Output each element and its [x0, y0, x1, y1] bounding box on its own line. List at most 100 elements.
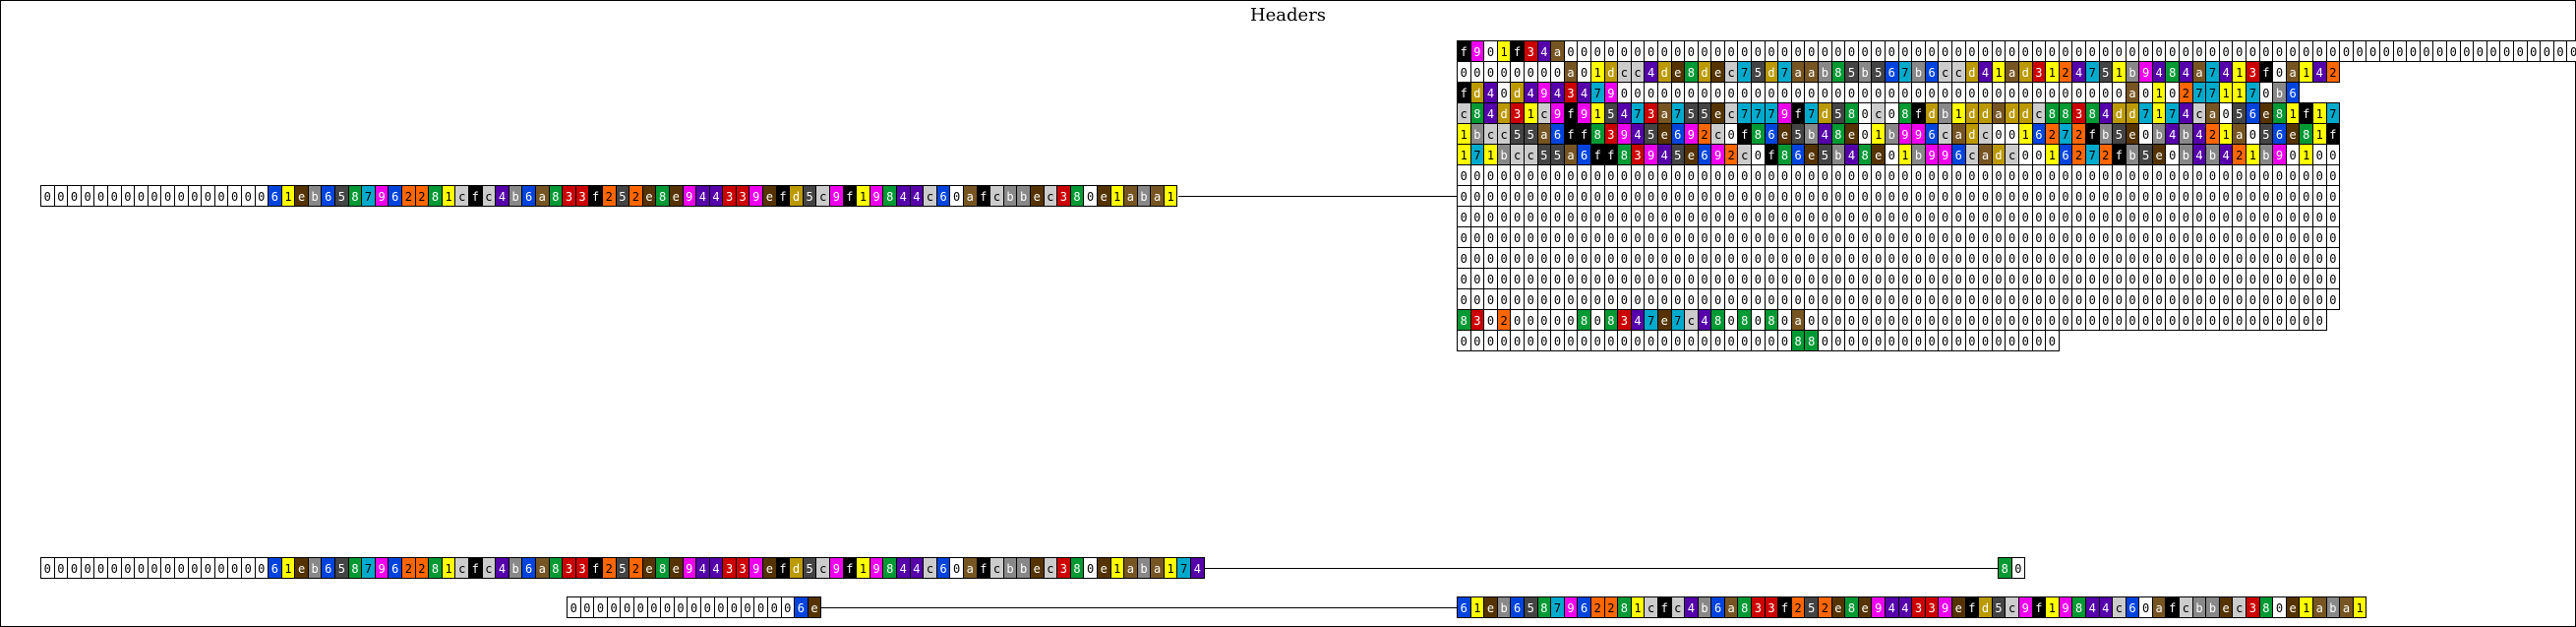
hex-nibble: a: [1724, 596, 1739, 618]
hex-nibble: d: [2005, 102, 2019, 124]
hex-nibble: 0: [1992, 330, 2007, 351]
hex-nibble: 9: [1938, 596, 1952, 618]
hex-nibble: 0: [1938, 164, 1952, 186]
hex-nibble: 0: [1844, 247, 1859, 269]
hex-nibble: e: [1030, 185, 1045, 207]
hex-nibble: 0: [2312, 288, 2327, 310]
hex-nibble: 5: [1604, 102, 1619, 124]
hex-nibble: 8: [1537, 596, 1552, 618]
hex-nibble: 0: [1818, 330, 1832, 351]
hex-nibble: 0: [1457, 185, 1471, 207]
hex-nibble: 0: [1510, 309, 1525, 331]
hex-nibble: 5: [1698, 102, 1712, 124]
hex-nibble: 0: [1564, 164, 1579, 186]
hex-nibble: 0: [1457, 268, 1471, 289]
hex-nibble: 0: [2032, 206, 2047, 227]
hex-nibble: 0: [54, 185, 69, 207]
grid-row: 0000000000000000000000000000000000000000…: [1457, 185, 2340, 207]
hex-nibble: f: [1457, 82, 1471, 103]
hex-nibble: 0: [1497, 288, 1512, 310]
hex-nibble: 0: [2059, 288, 2073, 310]
hex-nibble: 5: [1831, 102, 1846, 124]
hex-nibble: 0: [1911, 330, 1926, 351]
hex-nibble: 8: [1617, 144, 1632, 165]
hex-nibble: 0: [2018, 185, 2033, 207]
hex-nibble: 0: [1925, 330, 1940, 351]
hex-nibble: e: [1671, 61, 1686, 83]
hex-nibble: 5: [1510, 123, 1525, 145]
hex-nibble: 7: [1737, 102, 1752, 124]
hex-nibble: e: [294, 557, 309, 579]
hex-nibble: 0: [1844, 226, 1859, 248]
hex-nibble: 0: [2259, 226, 2274, 248]
hex-nibble: c: [1483, 123, 1498, 145]
hex-nibble: 0: [1577, 40, 1591, 62]
hex-nibble: f: [1604, 144, 1619, 165]
hex-nibble: 0: [1951, 226, 1966, 248]
hex-nibble: 8: [549, 557, 564, 579]
hex-nibble: 0: [1510, 206, 1525, 227]
hex-nibble: 9: [1470, 40, 1485, 62]
hex-nibble: c: [1044, 557, 1058, 579]
hex-nibble: 1: [2246, 144, 2260, 165]
hex-nibble: 6: [1698, 144, 1712, 165]
hex-nibble: 1: [2152, 102, 2167, 124]
hex-nibble: 5: [1550, 144, 1565, 165]
hex-nibble: 0: [1483, 309, 1498, 331]
hex-nibble: 0: [2018, 40, 2033, 62]
hex-nibble: f: [977, 185, 991, 207]
hex-nibble: 0: [1671, 268, 1686, 289]
hex-nibble: 4: [2152, 61, 2167, 83]
hex-nibble: 0: [1818, 226, 1832, 248]
hex-nibble: c: [2232, 596, 2247, 618]
hex-nibble: 0: [2005, 206, 2019, 227]
hex-nibble: 0: [2205, 40, 2220, 62]
hex-nibble: 0: [2126, 164, 2140, 186]
hex-nibble: 0: [1510, 330, 1525, 351]
hex-nibble: 6: [268, 185, 282, 207]
hex-nibble: 4: [1818, 123, 1832, 145]
hex-nibble: 6: [521, 185, 536, 207]
hex-nibble: 0: [2286, 144, 2301, 165]
hex-nibble: 8: [1470, 102, 1485, 124]
hex-nibble: 0: [1577, 164, 1591, 186]
hex-nibble: c: [923, 185, 937, 207]
left-hex-row-1: 0000000000000000061eb6587962281cfc4b6a83…: [40, 185, 1177, 207]
hex-nibble: 0: [188, 185, 203, 207]
hex-nibble: 0: [1698, 164, 1712, 186]
hex-nibble: c: [1938, 123, 1952, 145]
hex-nibble: b: [1016, 185, 1031, 207]
hex-nibble: 0: [2299, 164, 2313, 186]
hex-nibble: 0: [2045, 82, 2060, 103]
hex-nibble: 0: [1978, 206, 1993, 227]
hex-nibble: 0: [1885, 247, 1899, 269]
hex-nibble: 0: [1497, 247, 1512, 269]
hex-nibble: 0: [1737, 268, 1752, 289]
hex-nibble: 0: [2112, 82, 2127, 103]
hex-nibble: 7: [2246, 82, 2260, 103]
hex-nibble: c: [1524, 144, 1538, 165]
hex-nibble: 0: [1925, 206, 1940, 227]
hex-nibble: 4: [695, 557, 710, 579]
hex-nibble: 0: [1470, 330, 1485, 351]
hex-nibble: 0: [1671, 247, 1686, 269]
hex-nibble: 0: [160, 557, 175, 579]
hex-nibble: a: [1550, 40, 1565, 62]
hex-nibble: 0: [1765, 40, 1779, 62]
hex-nibble: 1: [2045, 61, 2060, 83]
hex-nibble: 5: [1804, 596, 1819, 618]
hex-nibble: 0: [2259, 82, 2274, 103]
hex-nibble: 0: [2326, 40, 2341, 62]
hex-nibble: 0: [255, 557, 270, 579]
hex-nibble: 0: [1550, 226, 1565, 248]
hex-nibble: e: [642, 185, 657, 207]
hex-nibble: 0: [1791, 288, 1806, 310]
hex-nibble: 1: [1631, 596, 1646, 618]
hex-nibble: b: [2205, 596, 2220, 618]
hex-nibble: 0: [2005, 82, 2019, 103]
hex-nibble: 0: [1804, 206, 1819, 227]
hex-nibble: 0: [1885, 82, 1899, 103]
hex-nibble: b: [308, 185, 323, 207]
hex-nibble: b: [1497, 144, 1512, 165]
hex-nibble: 8: [882, 557, 897, 579]
